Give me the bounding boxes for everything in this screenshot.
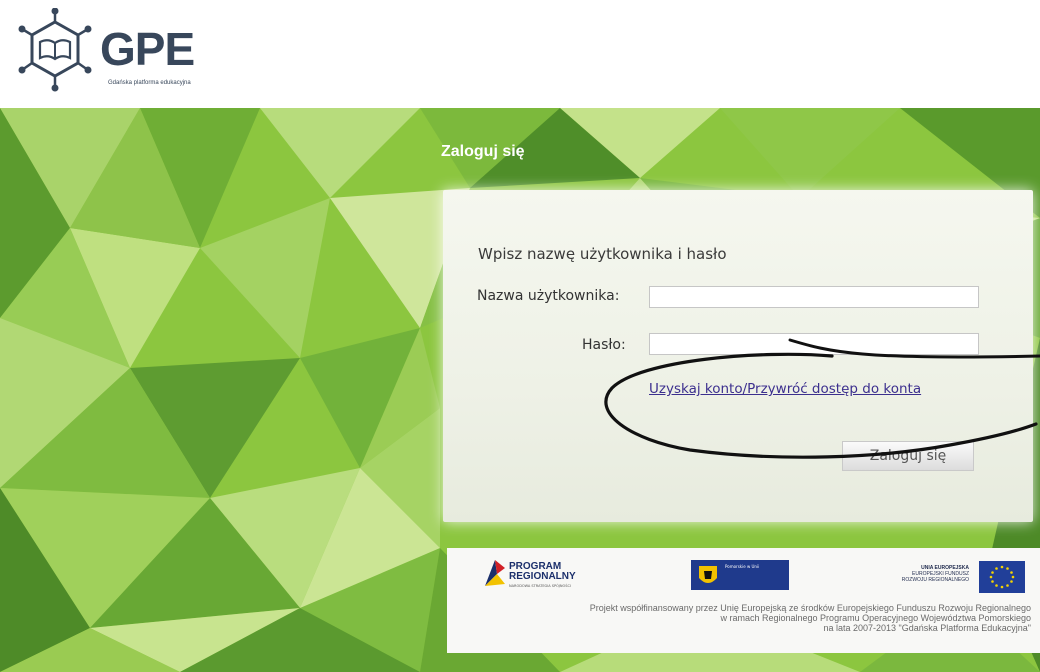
login-button[interactable]: Zaloguj się	[842, 441, 974, 471]
program-logo-line2: REGIONALNY	[509, 571, 576, 582]
username-label: Nazwa użytkownika:	[477, 288, 620, 304]
eu-flag-icon	[979, 561, 1025, 593]
network-book-icon	[18, 8, 92, 92]
login-panel: Wpisz nazwę użytkownika i hasło Nazwa uż…	[443, 190, 1033, 522]
logo-subtitle: Gdańska platforma edukacyjna	[108, 80, 191, 86]
cofinancing-line1: Projekt współfinansowany przez Unię Euro…	[589, 603, 1031, 613]
cofinancing-line2: w ramach Regionalnego Programu Operacyjn…	[720, 613, 1032, 623]
pomorskie-crest-icon	[699, 566, 717, 583]
eu-logo: UNIA EUROPEJSKA EUROPEJSKI FUNDUSZ ROZWO…	[875, 561, 1031, 593]
program-logo-icon	[485, 560, 505, 586]
password-label: Hasło:	[582, 337, 626, 353]
eu-logo-line3: ROZWOJU REGIONALNEGO	[901, 577, 969, 583]
pomorskie-logo: Pomorskie w Unii	[691, 560, 789, 590]
cofinancing-line3: na lata 2007-2013 "Gdańska Platforma Edu…	[823, 623, 1031, 633]
page-header: GPE Gdańska platforma edukacyjna	[0, 0, 1040, 108]
pomorskie-logo-text: Pomorskie w Unii	[725, 564, 760, 569]
login-title: Zaloguj się	[441, 143, 525, 160]
login-heading: Wpisz nazwę użytkownika i hasło	[478, 245, 727, 263]
logo-text: GPE	[100, 23, 195, 75]
username-input[interactable]	[649, 286, 979, 308]
program-logo-sub: NARODOWA STRATEGIA SPÓJNOŚCI	[509, 584, 571, 588]
program-regionalny-logo: PROGRAM REGIONALNY NARODOWA STRATEGIA SP…	[483, 558, 603, 594]
password-input[interactable]	[649, 333, 979, 355]
gpe-logo[interactable]: GPE Gdańska platforma edukacyjna	[12, 8, 212, 98]
get-account-link[interactable]: Uzyskaj konto/Przywróć dostęp do konta	[649, 381, 921, 397]
cofinancing-text: Projekt współfinansowany przez Unię Euro…	[447, 603, 1031, 633]
funding-footer: PROGRAM REGIONALNY NARODOWA STRATEGIA SP…	[447, 548, 1040, 653]
